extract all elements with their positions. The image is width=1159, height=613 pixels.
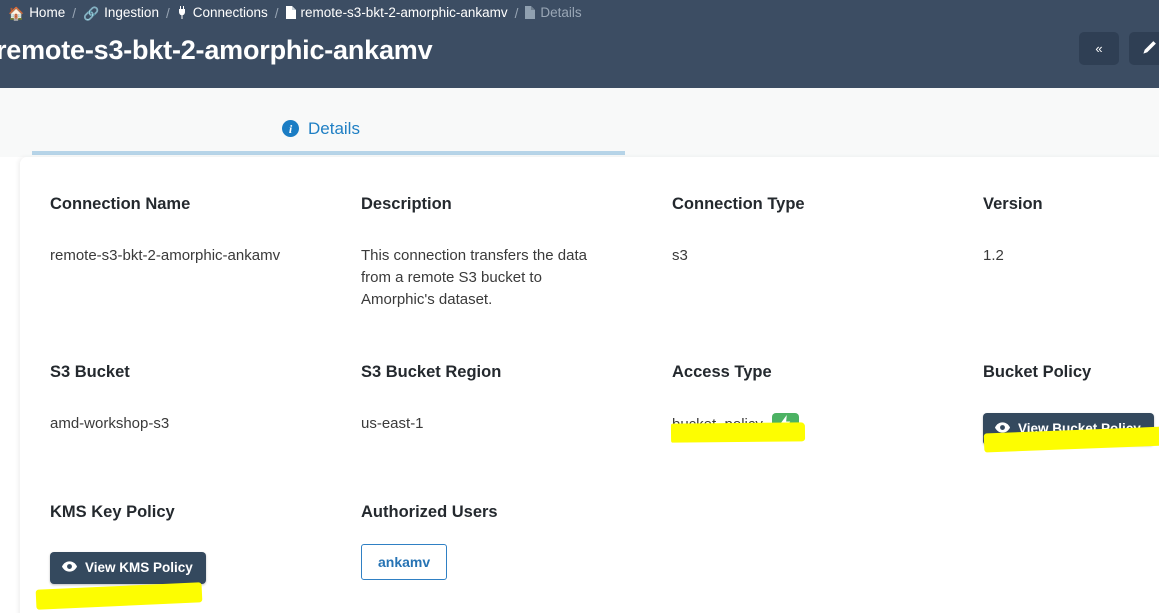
breadcrumb-item-connections[interactable]: Connections bbox=[177, 5, 268, 21]
edit-button[interactable] bbox=[1129, 32, 1159, 65]
field-label: Connection Name bbox=[50, 195, 191, 213]
field-value: amd-workshop-s3 bbox=[50, 414, 170, 432]
breadcrumb-item-connection-name[interactable]: remote-s3-bkt-2-amorphic-ankamv bbox=[285, 5, 508, 21]
details-row-2: S3 Bucket amd-workshop-s3 S3 Bucket Regi… bbox=[50, 363, 1159, 445]
details-row-3: KMS Key Policy View KMS Policy Authorize… bbox=[50, 503, 1159, 585]
field-value: us-east-1 bbox=[361, 414, 424, 432]
field-connection-type: Connection Type s3 bbox=[672, 195, 983, 311]
details-grid: Connection Name remote-s3-bkt-2-amorphic… bbox=[50, 195, 1159, 585]
field-version: Version 1.2 bbox=[983, 195, 1159, 311]
breadcrumb-item-home[interactable]: 🏠 Home bbox=[8, 6, 65, 20]
breadcrumb-label-ingestion: Ingestion bbox=[104, 5, 159, 21]
field-description: Description This connection transfers th… bbox=[361, 195, 672, 311]
breadcrumb-separator: / bbox=[274, 5, 279, 21]
connection-details-page: 🏠 Home / 🔗 Ingestion / Connections / rem… bbox=[0, 0, 1159, 613]
pencil-icon bbox=[1142, 40, 1157, 58]
file-icon bbox=[285, 5, 296, 21]
breadcrumb-item-details: Details bbox=[525, 5, 582, 21]
breadcrumb-label-connections: Connections bbox=[192, 5, 268, 21]
breadcrumb-separator: / bbox=[514, 5, 519, 21]
field-bucket-policy: Bucket Policy View Bucket Policy bbox=[983, 363, 1159, 445]
field-value: 1.2 bbox=[983, 246, 1004, 264]
authorized-user-chip[interactable]: ankamv bbox=[361, 544, 448, 581]
field-connection-name: Connection Name remote-s3-bkt-2-amorphic… bbox=[50, 195, 361, 311]
field-label: Authorized Users bbox=[361, 502, 498, 521]
field-label: Connection Type bbox=[672, 195, 805, 213]
button-label: View KMS Policy bbox=[85, 560, 193, 576]
field-label: S3 Bucket Region bbox=[361, 362, 502, 381]
breadcrumb-separator: / bbox=[165, 5, 170, 21]
home-icon: 🏠 bbox=[8, 5, 25, 21]
page-header: 🏠 Home / 🔗 Ingestion / Connections / rem… bbox=[0, 0, 1159, 88]
field-s3-bucket: S3 Bucket amd-workshop-s3 bbox=[50, 363, 361, 445]
bolt-icon bbox=[780, 415, 791, 435]
breadcrumb-label-details: Details bbox=[540, 5, 582, 21]
details-row-1: Connection Name remote-s3-bkt-2-amorphic… bbox=[50, 195, 1159, 311]
view-bucket-policy-button[interactable]: View Bucket Policy bbox=[983, 412, 1154, 445]
view-kms-policy-button[interactable]: View KMS Policy bbox=[50, 552, 206, 585]
eye-icon bbox=[62, 560, 77, 575]
field-label: Version bbox=[983, 195, 1043, 213]
access-type-badge bbox=[771, 412, 799, 438]
tab-details[interactable]: i Details bbox=[282, 112, 360, 137]
info-icon: i bbox=[282, 120, 299, 137]
eye-icon bbox=[995, 421, 1010, 436]
button-label: View Bucket Policy bbox=[1018, 420, 1141, 436]
tab-active-underline bbox=[32, 151, 625, 155]
field-access-type: Access Type bucket_policy bbox=[672, 363, 983, 445]
file-icon bbox=[525, 5, 536, 21]
page-title: remote-s3-bkt-2-amorphic-ankamv bbox=[0, 35, 433, 65]
field-label: Access Type bbox=[672, 362, 772, 381]
breadcrumb-label-home: Home bbox=[29, 5, 66, 21]
breadcrumb-separator: / bbox=[72, 5, 76, 21]
field-label: Bucket Policy bbox=[983, 362, 1092, 381]
field-kms-key-policy: KMS Key Policy View KMS Policy bbox=[50, 503, 361, 585]
field-authorized-users: Authorized Users ankamv bbox=[361, 503, 672, 585]
field-value: bucket_policy bbox=[672, 416, 763, 434]
field-value: s3 bbox=[672, 246, 688, 264]
breadcrumb: 🏠 Home / 🔗 Ingestion / Connections / rem… bbox=[8, 3, 582, 23]
header-actions: « bbox=[1079, 32, 1159, 65]
tab-details-label: Details bbox=[308, 119, 360, 138]
field-label: KMS Key Policy bbox=[50, 502, 175, 521]
field-value: remote-s3-bkt-2-amorphic-ankamv bbox=[50, 246, 281, 264]
breadcrumb-item-ingestion[interactable]: 🔗 Ingestion bbox=[83, 6, 159, 20]
plug-icon bbox=[177, 5, 188, 21]
collapse-button[interactable]: « bbox=[1079, 32, 1119, 65]
field-label: S3 Bucket bbox=[50, 362, 130, 381]
access-type-value-row: bucket_policy bbox=[672, 412, 983, 438]
field-s3-bucket-region: S3 Bucket Region us-east-1 bbox=[361, 363, 672, 445]
field-value: This connection transfers the data from … bbox=[361, 246, 587, 308]
details-card: Connection Name remote-s3-bkt-2-amorphic… bbox=[20, 157, 1159, 613]
link-icon: 🔗 bbox=[82, 5, 100, 21]
breadcrumb-label-connection-name: remote-s3-bkt-2-amorphic-ankamv bbox=[300, 5, 508, 21]
field-label: Description bbox=[361, 195, 452, 213]
